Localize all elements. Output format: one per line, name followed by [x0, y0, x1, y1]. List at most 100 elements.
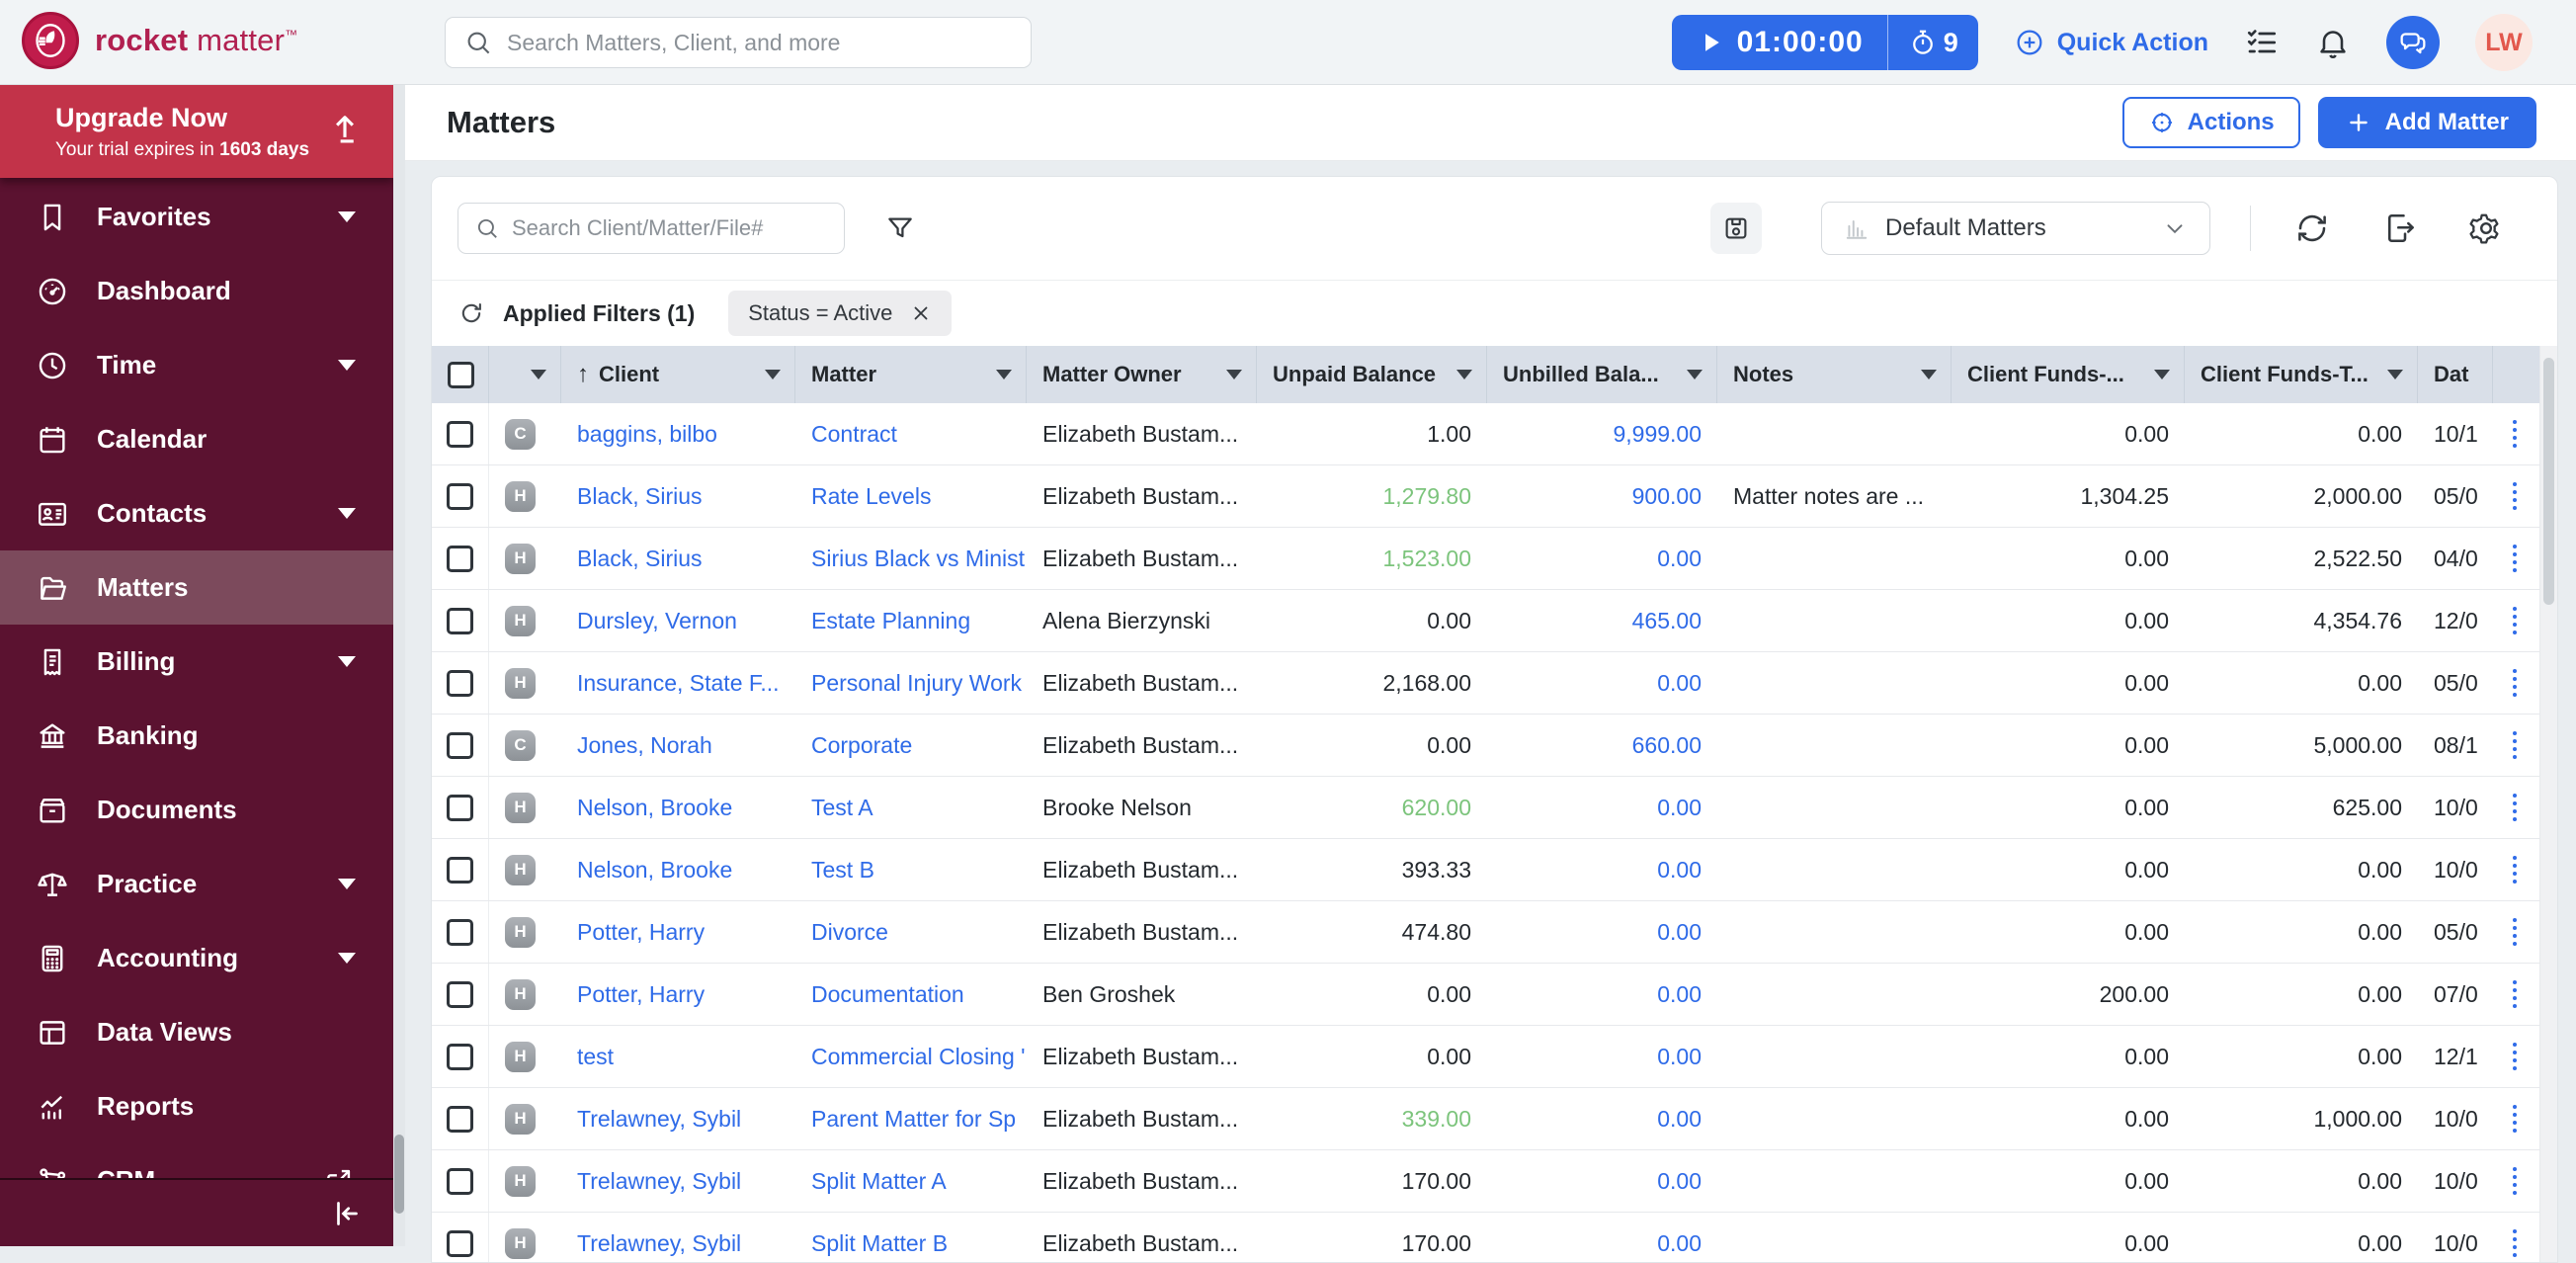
client-link[interactable]: Potter, Harry — [577, 919, 705, 946]
row-checkbox[interactable] — [447, 795, 473, 821]
unbilled-balance-link[interactable]: 0.00 — [1657, 670, 1702, 697]
row-menu-kebab-icon[interactable] — [2513, 1105, 2517, 1133]
matter-link[interactable]: Corporate — [811, 732, 912, 759]
unbilled-balance-link[interactable]: 0.00 — [1657, 857, 1702, 884]
row-checkbox[interactable] — [447, 483, 473, 510]
close-icon[interactable] — [910, 302, 932, 324]
row-checkbox[interactable] — [447, 421, 473, 448]
save-view-button[interactable] — [1710, 203, 1762, 254]
column-header-dat[interactable]: Dat — [2418, 346, 2493, 403]
export-icon[interactable] — [2381, 210, 2417, 246]
row-menu-kebab-icon[interactable] — [2513, 482, 2517, 510]
refresh-icon[interactable] — [2294, 210, 2330, 246]
row-menu-kebab-icon[interactable] — [2513, 1167, 2517, 1195]
row-menu-kebab-icon[interactable] — [2513, 856, 2517, 884]
column-header-blank[interactable] — [489, 346, 561, 403]
row-checkbox[interactable] — [447, 670, 473, 697]
select-all-header[interactable] — [432, 346, 489, 403]
sidebar-scrollbar-thumb[interactable] — [394, 1135, 404, 1214]
add-matter-button[interactable]: Add Matter — [2318, 97, 2536, 148]
task-list-icon[interactable] — [2244, 25, 2280, 60]
row-menu-kebab-icon[interactable] — [2513, 1229, 2517, 1257]
matter-link[interactable]: Sirius Black vs Minist — [811, 546, 1025, 572]
sidebar-scrollbar[interactable] — [393, 85, 405, 1246]
client-link[interactable]: test — [577, 1044, 614, 1070]
quick-action-button[interactable]: Quick Action — [2014, 27, 2208, 58]
row-checkbox[interactable] — [447, 1168, 473, 1195]
matter-link[interactable]: Commercial Closing ' — [811, 1044, 1026, 1070]
timer-count[interactable]: 9 — [1888, 28, 1978, 58]
matter-search-input[interactable] — [512, 215, 828, 241]
row-menu-kebab-icon[interactable] — [2513, 669, 2517, 697]
upgrade-banner[interactable]: Upgrade Now Your trial expires in 1603 d… — [0, 85, 393, 178]
select-all-checkbox[interactable] — [448, 362, 474, 388]
unbilled-balance-link[interactable]: 0.00 — [1657, 795, 1702, 821]
client-link[interactable]: Potter, Harry — [577, 981, 705, 1008]
sidebar-collapse-button[interactable] — [0, 1178, 393, 1246]
app-logo[interactable]: rocket matter™ — [22, 12, 297, 69]
unbilled-balance-link[interactable]: 9,999.00 — [1613, 421, 1702, 448]
column-header-unpaid-balance[interactable]: Unpaid Balance — [1257, 346, 1487, 403]
row-menu-kebab-icon[interactable] — [2513, 731, 2517, 759]
row-checkbox[interactable] — [447, 919, 473, 946]
sidebar-item-reports[interactable]: Reports — [0, 1069, 393, 1143]
global-search-input[interactable] — [507, 30, 1013, 56]
unbilled-balance-link[interactable]: 465.00 — [1632, 608, 1702, 634]
matter-link[interactable]: Test B — [811, 857, 874, 884]
matter-link[interactable]: Split Matter A — [811, 1168, 947, 1195]
matter-link[interactable]: Parent Matter for Sp — [811, 1106, 1016, 1133]
unbilled-balance-link[interactable]: 0.00 — [1657, 1230, 1702, 1257]
client-link[interactable]: Nelson, Brooke — [577, 795, 732, 821]
sidebar-item-data-views[interactable]: Data Views — [0, 995, 393, 1069]
column-menu-caret-icon[interactable] — [1456, 370, 1472, 379]
column-header-client-funds-t-[interactable]: Client Funds-T... — [2185, 346, 2418, 403]
row-checkbox[interactable] — [447, 981, 473, 1008]
settings-gear-icon[interactable] — [2468, 210, 2504, 246]
row-checkbox[interactable] — [447, 1044, 473, 1070]
unbilled-balance-link[interactable]: 0.00 — [1657, 546, 1702, 572]
row-menu-kebab-icon[interactable] — [2513, 607, 2517, 634]
client-link[interactable]: Insurance, State F... — [577, 670, 780, 697]
matter-link[interactable]: Personal Injury Work — [811, 670, 1022, 697]
unbilled-balance-link[interactable]: 0.00 — [1657, 919, 1702, 946]
column-header-matter-owner[interactable]: Matter Owner — [1027, 346, 1257, 403]
row-checkbox[interactable] — [447, 732, 473, 759]
column-header-client[interactable]: ↑Client — [561, 346, 795, 403]
row-menu-kebab-icon[interactable] — [2513, 794, 2517, 821]
table-scrollbar[interactable] — [2539, 346, 2557, 1262]
sidebar-item-accounting[interactable]: Accounting — [0, 921, 393, 995]
sidebar-item-calendar[interactable]: Calendar — [0, 402, 393, 476]
column-menu-caret-icon[interactable] — [1921, 370, 1937, 379]
client-link[interactable]: Trelawney, Sybil — [577, 1106, 741, 1133]
reset-filters-icon[interactable] — [457, 299, 485, 327]
client-link[interactable]: Black, Sirius — [577, 546, 703, 572]
sidebar-item-contacts[interactable]: Contacts — [0, 476, 393, 550]
matter-link[interactable]: Test A — [811, 795, 873, 821]
sidebar-item-dashboard[interactable]: Dashboard — [0, 254, 393, 328]
row-menu-header[interactable] — [2493, 346, 2536, 403]
timer-button[interactable]: 01:00:00 9 — [1672, 15, 1978, 70]
matter-link[interactable]: Estate Planning — [811, 608, 970, 634]
sidebar-item-favorites[interactable]: Favorites — [0, 180, 393, 254]
unbilled-balance-link[interactable]: 0.00 — [1657, 981, 1702, 1008]
row-checkbox[interactable] — [447, 546, 473, 572]
unbilled-balance-link[interactable]: 660.00 — [1632, 732, 1702, 759]
matter-link[interactable]: Rate Levels — [811, 483, 931, 510]
row-menu-kebab-icon[interactable] — [2513, 980, 2517, 1008]
row-checkbox[interactable] — [447, 1230, 473, 1257]
notifications-bell-icon[interactable] — [2315, 25, 2351, 60]
unbilled-balance-link[interactable]: 0.00 — [1657, 1106, 1702, 1133]
sidebar-item-documents[interactable]: Documents — [0, 773, 393, 847]
column-menu-caret-icon[interactable] — [765, 370, 781, 379]
chat-button[interactable] — [2386, 16, 2440, 69]
column-menu-caret-icon[interactable] — [1687, 370, 1703, 379]
client-link[interactable]: Trelawney, Sybil — [577, 1230, 741, 1257]
client-link[interactable]: Nelson, Brooke — [577, 857, 732, 884]
table-scrollbar-thumb[interactable] — [2543, 358, 2554, 605]
row-checkbox[interactable] — [447, 608, 473, 634]
row-menu-kebab-icon[interactable] — [2513, 918, 2517, 946]
matter-link[interactable]: Divorce — [811, 919, 888, 946]
client-link[interactable]: Black, Sirius — [577, 483, 703, 510]
column-header-notes[interactable]: Notes — [1717, 346, 1952, 403]
unbilled-balance-link[interactable]: 0.00 — [1657, 1168, 1702, 1195]
